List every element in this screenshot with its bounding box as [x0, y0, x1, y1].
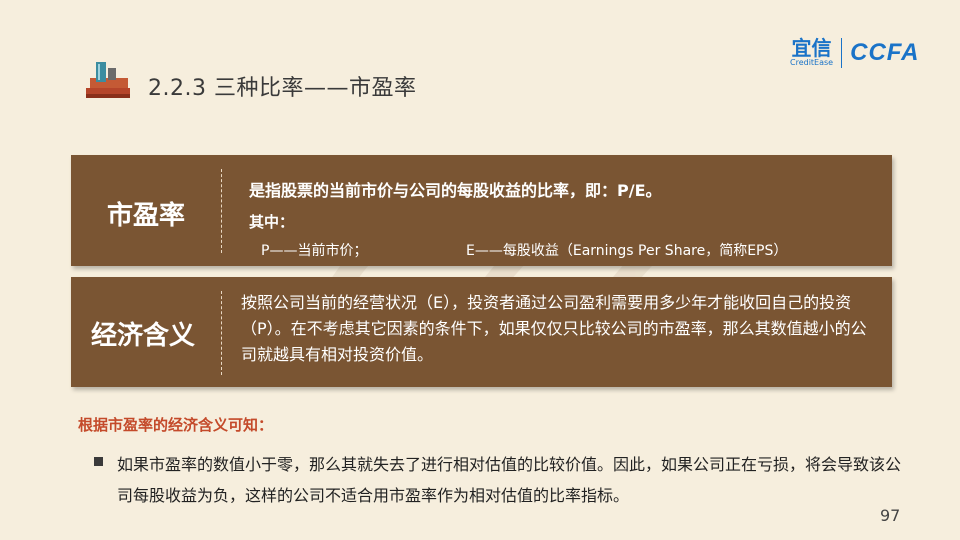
- logo-divider: [841, 38, 843, 68]
- yixin-logo-cn: 宜信: [791, 36, 832, 60]
- meaning-label: 经济含义: [91, 321, 196, 351]
- yixin-logo: 宜信 CreditEase: [790, 38, 833, 68]
- bullet-square-icon: [94, 457, 103, 466]
- meaning-box: 经济含义 按照公司当前的经营状况（E），投资者通过公司盈利需要用多少年才能收回自…: [71, 277, 892, 387]
- definition-box: 市盈率 是指股票的当前市价与公司的每股收益的比率，即：P/E。 其中： P——当…: [71, 155, 892, 266]
- meaning-text: 按照公司当前的经营状况（E），投资者通过公司盈利需要用多少年才能收回自己的投资（…: [241, 293, 867, 364]
- definition-label: 市盈率: [107, 201, 186, 231]
- e-definition: E——每股收益（Earnings Per Share，简称EPS）: [466, 243, 788, 259]
- box-divider: [221, 291, 222, 375]
- books-icon: [86, 62, 130, 98]
- ccfa-logo: CCFA: [850, 39, 920, 66]
- box-divider: [221, 169, 222, 253]
- logo: 宜信 CreditEase CCFA: [790, 36, 919, 70]
- conclusion-bullet: 如果市盈率的数值小于零，那么其就失去了进行相对估值的比较价值。因此，如果公司正在…: [117, 455, 902, 505]
- yixin-logo-en: CreditEase: [790, 58, 834, 67]
- section-title: 2.2.3 三种比率——市盈率: [148, 76, 417, 101]
- conclusion-title: 根据市盈率的经济含义可知：: [78, 416, 274, 434]
- qizhong-label: 其中：: [249, 213, 295, 231]
- definition-text: 是指股票的当前市价与公司的每股收益的比率，即：P/E。: [249, 181, 662, 200]
- p-definition: P——当前市价；: [261, 243, 368, 259]
- slide: 2.2.3 三种比率——市盈率 宜信 CreditEase CCFA 市盈率 是…: [0, 0, 960, 540]
- page-number: 97: [880, 506, 901, 525]
